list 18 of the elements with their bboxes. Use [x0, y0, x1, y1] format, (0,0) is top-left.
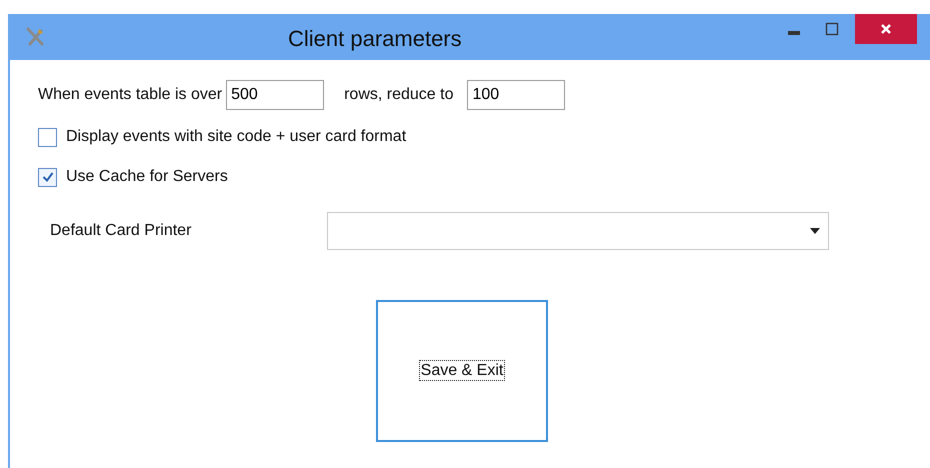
minimize-icon	[788, 31, 800, 35]
checkbox[interactable]	[38, 128, 57, 146]
field-label: When events table is over	[38, 86, 222, 104]
save-exit-button[interactable]: Save & Exit	[376, 300, 548, 442]
input-field[interactable]: 500	[226, 80, 324, 110]
field-label: rows, reduce to	[344, 86, 454, 104]
checkbox[interactable]	[38, 168, 57, 186]
input-field[interactable]: 100	[467, 80, 566, 110]
checkbox-label[interactable]: Display events with site code + user card format	[66, 128, 406, 146]
checkmark-icon	[40, 170, 54, 184]
maximize-icon	[825, 22, 839, 36]
field-label: Default Card Printer	[50, 222, 192, 240]
window-title: Client parameters	[288, 26, 462, 52]
close-button[interactable]	[855, 14, 917, 44]
tools-icon	[24, 26, 46, 48]
checkbox-label[interactable]: Use Cache for Servers	[66, 168, 228, 186]
close-icon	[879, 22, 893, 36]
caret-icon	[810, 228, 820, 234]
